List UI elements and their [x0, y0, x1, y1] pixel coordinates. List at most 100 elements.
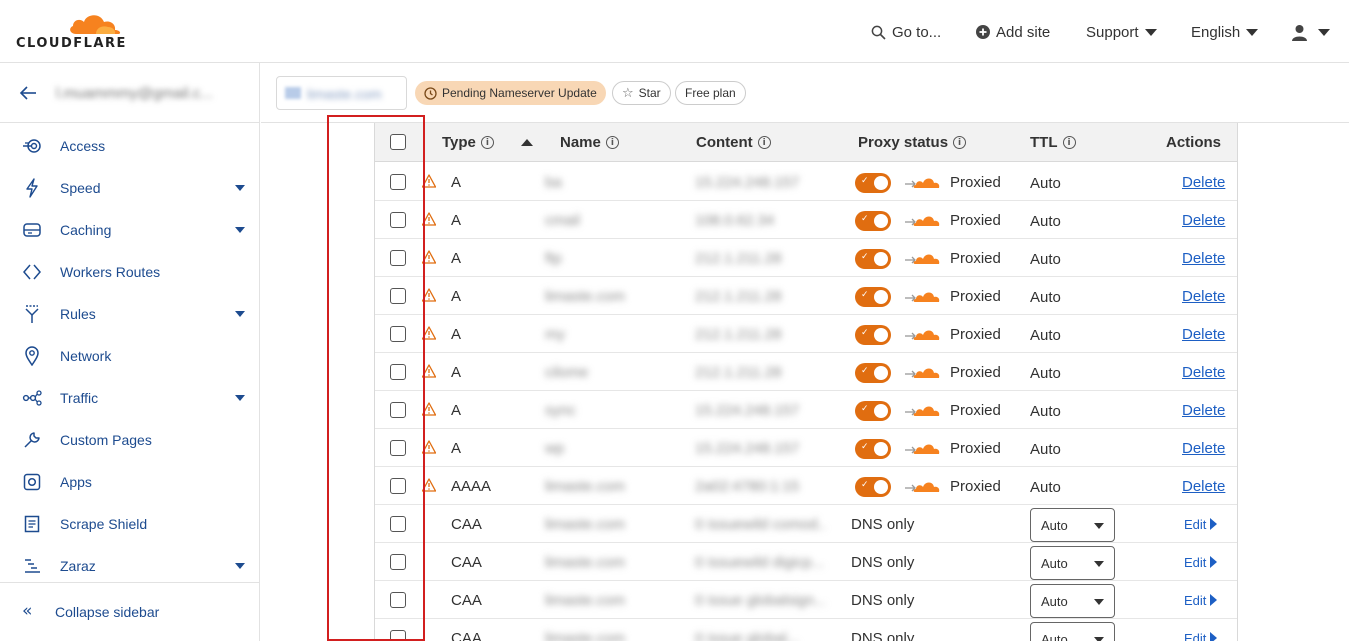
info-icon[interactable]: i	[953, 136, 967, 149]
goto-button[interactable]: Go to...	[871, 20, 941, 44]
edit-link[interactable]: Edit	[1184, 505, 1218, 543]
row-checkbox[interactable]	[390, 250, 406, 266]
rules-icon	[22, 304, 42, 324]
sidebar-item-scrape-shield[interactable]: Scrape Shield	[0, 503, 259, 545]
delete-link[interactable]: Delete	[1182, 391, 1225, 429]
zone-selector[interactable]: limaste.com	[276, 76, 407, 110]
star-button[interactable]: ☆ Star	[612, 81, 671, 105]
column-header-content[interactable]: Content i	[696, 123, 771, 162]
caching-icon	[22, 220, 42, 240]
language-dropdown[interactable]: English	[1191, 20, 1259, 44]
cloudflare-logo[interactable]: CLOUDFLARE	[16, 10, 126, 52]
ttl-select[interactable]: Auto	[1030, 622, 1115, 641]
record-name: cmail	[545, 211, 581, 229]
column-header-label: Name	[560, 134, 601, 151]
column-header-proxy-status[interactable]: Proxy status i	[858, 123, 967, 162]
sidebar-item-caching[interactable]: Caching	[0, 209, 259, 251]
delete-link[interactable]: Delete	[1182, 429, 1225, 467]
account-email: l.muammmy@gmail.c...	[56, 85, 213, 102]
delete-link[interactable]: Delete	[1182, 353, 1225, 391]
record-name: limaste.com	[545, 287, 626, 305]
row-checkbox[interactable]	[390, 516, 406, 532]
check-icon: ✓	[861, 290, 869, 300]
sidebar-item-apps[interactable]: Apps	[0, 461, 259, 503]
info-icon[interactable]: i	[1062, 136, 1076, 149]
delete-link[interactable]: Delete	[1182, 277, 1225, 315]
row-checkbox[interactable]	[390, 592, 406, 608]
ttl-value: Auto	[1030, 402, 1061, 420]
plan-badge[interactable]: Free plan	[675, 81, 746, 105]
proxy-toggle[interactable]: ✓	[855, 477, 891, 497]
row-checkbox[interactable]	[390, 326, 406, 342]
row-checkbox[interactable]	[390, 364, 406, 380]
column-header-ttl[interactable]: TTL i	[1030, 123, 1076, 162]
ttl-select[interactable]: Auto	[1030, 546, 1115, 580]
row-checkbox[interactable]	[390, 440, 406, 456]
record-content: 0 issue globalsign...	[695, 591, 825, 609]
info-icon[interactable]: i	[480, 136, 494, 149]
proxy-toggle[interactable]: ✓	[855, 325, 891, 345]
ttl-select-value: Auto	[1041, 517, 1068, 533]
sidebar-item-zaraz[interactable]: Zaraz	[0, 545, 259, 587]
sidebar-item-label: Speed	[60, 180, 101, 196]
row-checkbox[interactable]	[390, 478, 406, 494]
sidebar-item-network[interactable]: Network	[0, 335, 259, 377]
table-row: CAA limaste.com 0 issue global... DNS only A…	[375, 619, 1237, 641]
sort-ascending-icon[interactable]	[520, 139, 533, 146]
chevron-down-icon	[1094, 637, 1104, 641]
edit-link[interactable]: Edit	[1184, 619, 1218, 641]
row-checkbox[interactable]	[390, 554, 406, 570]
edit-link[interactable]: Edit	[1184, 581, 1218, 619]
column-header-label: Content	[696, 134, 753, 151]
delete-link[interactable]: Delete	[1182, 467, 1225, 505]
column-header-name[interactable]: Name i	[560, 123, 619, 162]
row-checkbox[interactable]	[390, 212, 406, 228]
column-header-label: TTL	[1030, 134, 1058, 151]
edit-link[interactable]: Edit	[1184, 543, 1218, 581]
select-all-checkbox[interactable]	[390, 134, 406, 150]
table-row: AAAA limaste.com 2a02:4780:1:15 ✓ Proxied Aut…	[375, 467, 1237, 505]
account-switcher[interactable]: l.muammmy@gmail.c...	[0, 63, 259, 123]
sidebar-item-workers-routes[interactable]: Workers Routes	[0, 251, 259, 293]
sidebar-item-speed[interactable]: Speed	[0, 167, 259, 209]
proxy-toggle[interactable]: ✓	[855, 173, 891, 193]
record-name: cilome	[545, 363, 589, 381]
zaraz-icon	[22, 556, 42, 576]
traffic-icon	[22, 388, 42, 408]
clock-icon	[424, 86, 437, 100]
ttl-value: Auto	[1030, 288, 1061, 306]
table-row: Aba 15.224.248.157 ✓ Proxied Auto Delete	[375, 163, 1237, 201]
delete-link[interactable]: Delete	[1182, 163, 1225, 201]
sidebar-item-access[interactable]: Access	[0, 125, 259, 167]
user-menu[interactable]	[1291, 20, 1330, 44]
proxy-toggle[interactable]: ✓	[855, 363, 891, 383]
delete-link[interactable]: Delete	[1182, 315, 1225, 353]
proxied-cloud-icon	[905, 178, 940, 188]
back-arrow-icon[interactable]	[19, 86, 37, 100]
row-checkbox[interactable]	[390, 288, 406, 304]
delete-link[interactable]: Delete	[1182, 239, 1225, 277]
ttl-select[interactable]: Auto	[1030, 584, 1115, 618]
add-site-button[interactable]: Add site	[976, 20, 1050, 44]
proxy-toggle[interactable]: ✓	[855, 211, 891, 231]
column-header-type[interactable]: Type i	[442, 123, 533, 162]
proxy-toggle[interactable]: ✓	[855, 401, 891, 421]
ttl-select[interactable]: Auto	[1030, 508, 1115, 542]
sidebar-item-rules[interactable]: Rules	[0, 293, 259, 335]
sidebar-item-label: Workers Routes	[60, 264, 161, 280]
info-icon[interactable]: i	[757, 136, 771, 149]
record-name: wp	[545, 439, 565, 457]
chevron-down-icon	[1144, 28, 1157, 36]
sidebar-item-traffic[interactable]: Traffic	[0, 377, 259, 419]
collapse-sidebar-button[interactable]: « Collapse sidebar	[0, 582, 259, 641]
info-icon[interactable]: i	[605, 136, 619, 149]
delete-link[interactable]: Delete	[1182, 201, 1225, 239]
sidebar-item-custom-pages[interactable]: Custom Pages	[0, 419, 259, 461]
proxy-toggle[interactable]: ✓	[855, 439, 891, 459]
support-dropdown[interactable]: Support	[1086, 20, 1157, 44]
row-checkbox[interactable]	[390, 174, 406, 190]
proxy-toggle[interactable]: ✓	[855, 287, 891, 307]
row-checkbox[interactable]	[390, 402, 406, 418]
row-checkbox[interactable]	[390, 630, 406, 641]
proxy-toggle[interactable]: ✓	[855, 249, 891, 269]
